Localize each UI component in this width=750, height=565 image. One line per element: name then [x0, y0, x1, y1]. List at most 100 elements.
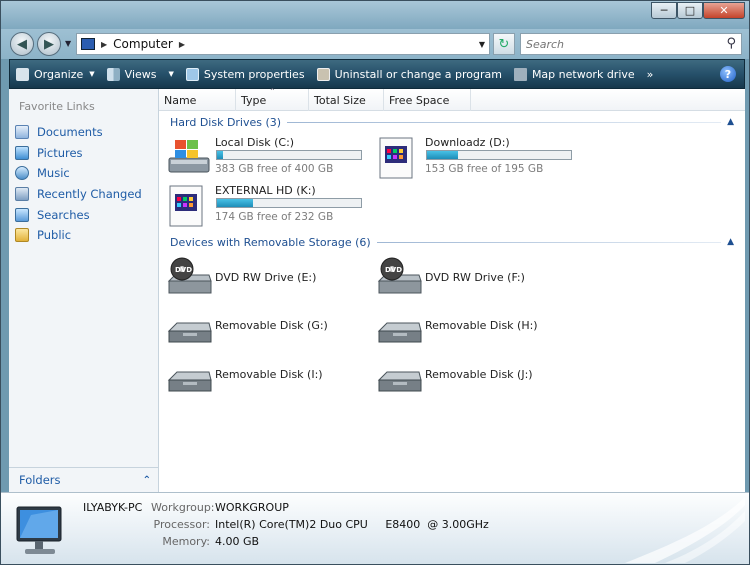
favorite-link-searches[interactable]: Searches: [15, 204, 142, 225]
drive-item-j[interactable]: Removable Disk (J:): [377, 366, 582, 412]
details-pane: ILYABYK-PC Workgroup: WORKGROUP Processo…: [1, 492, 749, 564]
refresh-button[interactable]: ↻: [493, 33, 515, 55]
removable-disk-icon: [167, 371, 212, 392]
refresh-icon: ↻: [498, 36, 510, 52]
column-header-total-size[interactable]: Total Size: [309, 89, 384, 111]
search-icon[interactable]: ⚲: [726, 36, 736, 51]
drive-icon: [379, 137, 413, 179]
favorite-link-documents[interactable]: Documents: [15, 122, 142, 143]
favorite-link-pictures[interactable]: Pictures: [15, 143, 142, 164]
computer-monitor-icon: [16, 506, 62, 554]
removable-disk-icon: [377, 371, 422, 392]
free-space-text: 153 GB free of 195 GB: [425, 163, 544, 175]
chevron-down-icon: ▼: [89, 70, 95, 78]
address-bar[interactable]: ▶ Computer ▶ ▼: [76, 33, 490, 55]
memory-value: 4.00 GB: [215, 535, 260, 548]
favorite-link-label: Pictures: [37, 145, 83, 160]
map-network-drive-button[interactable]: Map network drive: [508, 60, 641, 88]
processor-value: Intel(R) Core(TM)2 Duo CPU E8400 @ 3.00G…: [215, 518, 489, 531]
memory-label: Memory:: [162, 535, 210, 548]
minimize-button[interactable]: ─: [651, 2, 677, 19]
capacity-fill: [217, 151, 224, 159]
caption-buttons: ─ □ ✕: [651, 2, 745, 19]
column-header-name[interactable]: Name: [159, 89, 236, 111]
workgroup-label: Workgroup:: [151, 501, 215, 514]
address-dropdown-icon[interactable]: ▼: [479, 40, 485, 49]
group-header-removable[interactable]: Devices with Removable Storage (6) ▲: [170, 235, 734, 249]
drive-item-f[interactable]: DVD DVD RW Drive (F:): [377, 257, 582, 303]
drive-name: DVD RW Drive (F:): [425, 271, 525, 284]
dvd-drive-icon: DVD: [167, 257, 212, 294]
column-headers: Name Type Total Size Free Space ⌃: [159, 87, 745, 111]
drive-item-c[interactable]: Local Disk (C:) 383 GB free of 400 GB: [167, 136, 372, 182]
windows-drive-icon: [168, 140, 210, 173]
maximize-button[interactable]: □: [677, 2, 703, 19]
collapse-group-icon[interactable]: ▲: [727, 237, 734, 247]
breadcrumb-separator-icon[interactable]: ▶: [179, 40, 185, 49]
drive-item-k[interactable]: EXTERNAL HD (K:) 174 GB free of 232 GB: [167, 184, 372, 230]
favorite-link-label: Searches: [37, 207, 90, 222]
title-bar: ─ □ ✕: [1, 1, 749, 29]
drive-item-h[interactable]: Removable Disk (H:): [377, 317, 582, 363]
public-folder-icon: [15, 228, 29, 243]
search-box[interactable]: ⚲: [520, 33, 742, 55]
drive-icon: [169, 185, 203, 227]
file-list-pane: Name Type Total Size Free Space ⌃ Hard D…: [159, 87, 745, 492]
drive-item-i[interactable]: Removable Disk (I:): [167, 366, 372, 412]
navigation-pane: Favorite Links Documents Pictures Music …: [9, 89, 159, 492]
documents-icon: [15, 125, 29, 140]
map-network-drive-label: Map network drive: [531, 67, 635, 81]
drive-name: Downloadz (D:): [425, 136, 510, 149]
help-icon[interactable]: ?: [720, 66, 736, 82]
drive-item-e[interactable]: DVD DVD RW Drive (E:): [167, 257, 372, 303]
computer-name: ILYABYK-PC: [83, 501, 143, 514]
views-label: Views: [124, 67, 157, 81]
views-icon: [106, 67, 120, 81]
uninstall-program-button[interactable]: Uninstall or change a program: [311, 60, 508, 88]
breadcrumb-computer[interactable]: Computer: [113, 37, 173, 51]
removable-disk-icon: [377, 322, 422, 343]
svg-text:DVD: DVD: [385, 266, 402, 274]
drive-item-g[interactable]: Removable Disk (G:): [167, 317, 372, 363]
system-properties-button[interactable]: System properties: [180, 60, 311, 88]
uninstall-program-icon: [316, 67, 330, 81]
views-button[interactable]: Views ▼: [101, 60, 180, 88]
organize-label: Organize: [34, 67, 84, 81]
group-header-hard-disks[interactable]: Hard Disk Drives (3) ▲: [170, 115, 734, 129]
favorite-link-music[interactable]: Music: [15, 163, 142, 184]
decorative-swoosh: [625, 497, 745, 563]
recent-pages-dropdown[interactable]: ▼: [65, 39, 71, 48]
more-commands-button[interactable]: »: [641, 60, 660, 88]
organize-button[interactable]: Organize ▼: [10, 60, 101, 88]
favorite-link-recently-changed[interactable]: Recently Changed: [15, 184, 142, 205]
group-divider: [287, 121, 722, 123]
capacity-bar: [426, 150, 572, 160]
column-header-free-space[interactable]: Free Space: [384, 89, 471, 111]
free-space-text: 174 GB free of 232 GB: [215, 211, 334, 223]
group-divider: [376, 241, 722, 243]
favorite-link-label: Public: [37, 228, 72, 243]
breadcrumb-separator-icon[interactable]: ▶: [101, 40, 107, 49]
computer-icon: [81, 38, 95, 50]
favorite-links-heading: Favorite Links: [19, 100, 95, 113]
back-button[interactable]: ◀: [10, 32, 34, 56]
close-button[interactable]: ✕: [703, 2, 745, 19]
group-title: Hard Disk Drives (3): [170, 115, 282, 129]
drive-name: DVD RW Drive (E:): [215, 271, 317, 284]
favorite-link-public[interactable]: Public: [15, 225, 142, 246]
drive-item-d[interactable]: Downloadz (D:) 153 GB free of 195 GB: [377, 136, 582, 182]
uninstall-program-label: Uninstall or change a program: [334, 67, 502, 81]
music-icon: [15, 166, 29, 181]
folders-toggle[interactable]: Folders ⌃: [9, 467, 159, 492]
collapse-group-icon[interactable]: ▲: [727, 117, 734, 127]
favorite-link-label: Recently Changed: [37, 187, 142, 202]
processor-label: Processor:: [153, 518, 211, 531]
capacity-bar: [216, 150, 362, 160]
forward-button[interactable]: ▶: [37, 32, 61, 56]
favorite-link-label: Music: [37, 166, 70, 181]
favorite-links-list: Documents Pictures Music Recently Change…: [15, 122, 142, 246]
workgroup-value: WORKGROUP: [215, 501, 289, 514]
search-input[interactable]: [526, 37, 721, 51]
chevron-up-icon: ⌃: [142, 474, 151, 486]
capacity-fill: [427, 151, 458, 159]
